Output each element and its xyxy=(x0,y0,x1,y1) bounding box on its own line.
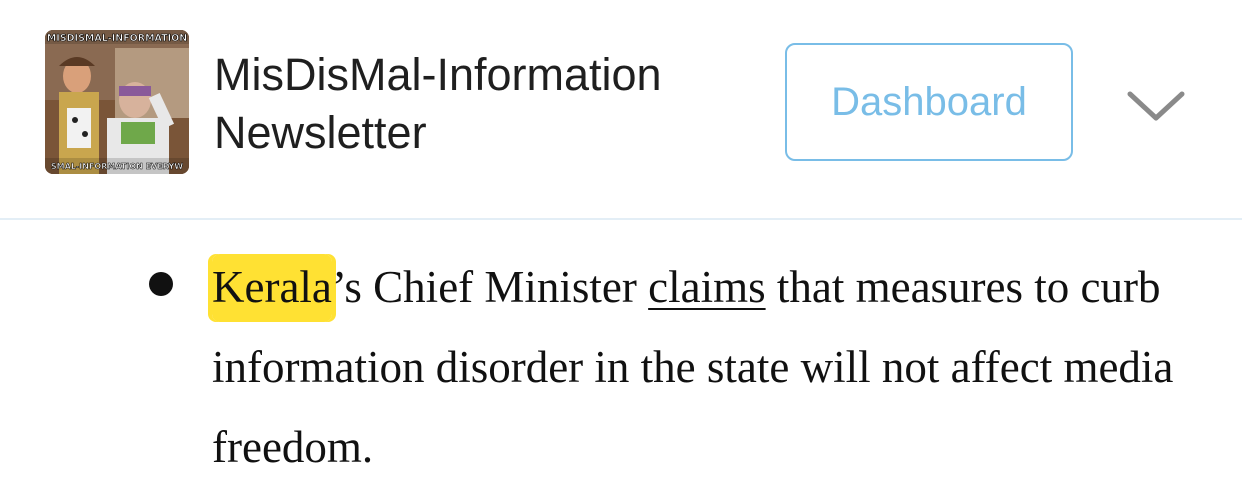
publication-logo[interactable]: MISDISMAL-INFORMATION SMAL-INFORMATION E… xyxy=(45,30,189,174)
publication-title-line-1: MisDisMal-Information xyxy=(214,49,662,100)
list-bullet xyxy=(149,272,173,296)
logo-image: MISDISMAL-INFORMATION SMAL-INFORMATION E… xyxy=(45,30,189,174)
highlighted-text[interactable]: Kerala xyxy=(212,254,332,322)
list-item-text-1: ’s Chief Minister xyxy=(331,262,649,312)
chevron-down-icon[interactable] xyxy=(1124,84,1188,128)
logo-caption-bottom: SMAL-INFORMATION EVERYW xyxy=(51,162,183,171)
list-item: Kerala’s Chief Minister claims that meas… xyxy=(212,247,1222,487)
logo-caption-top: MISDISMAL-INFORMATION xyxy=(47,33,187,44)
publication-title[interactable]: MisDisMal-Information Newsletter xyxy=(214,46,754,162)
dashboard-button[interactable]: Dashboard xyxy=(785,43,1073,161)
publication-title-line-2: Newsletter xyxy=(214,107,427,158)
newsletter-header: MISDISMAL-INFORMATION SMAL-INFORMATION E… xyxy=(0,0,1242,220)
claims-link[interactable]: claims xyxy=(648,262,765,312)
